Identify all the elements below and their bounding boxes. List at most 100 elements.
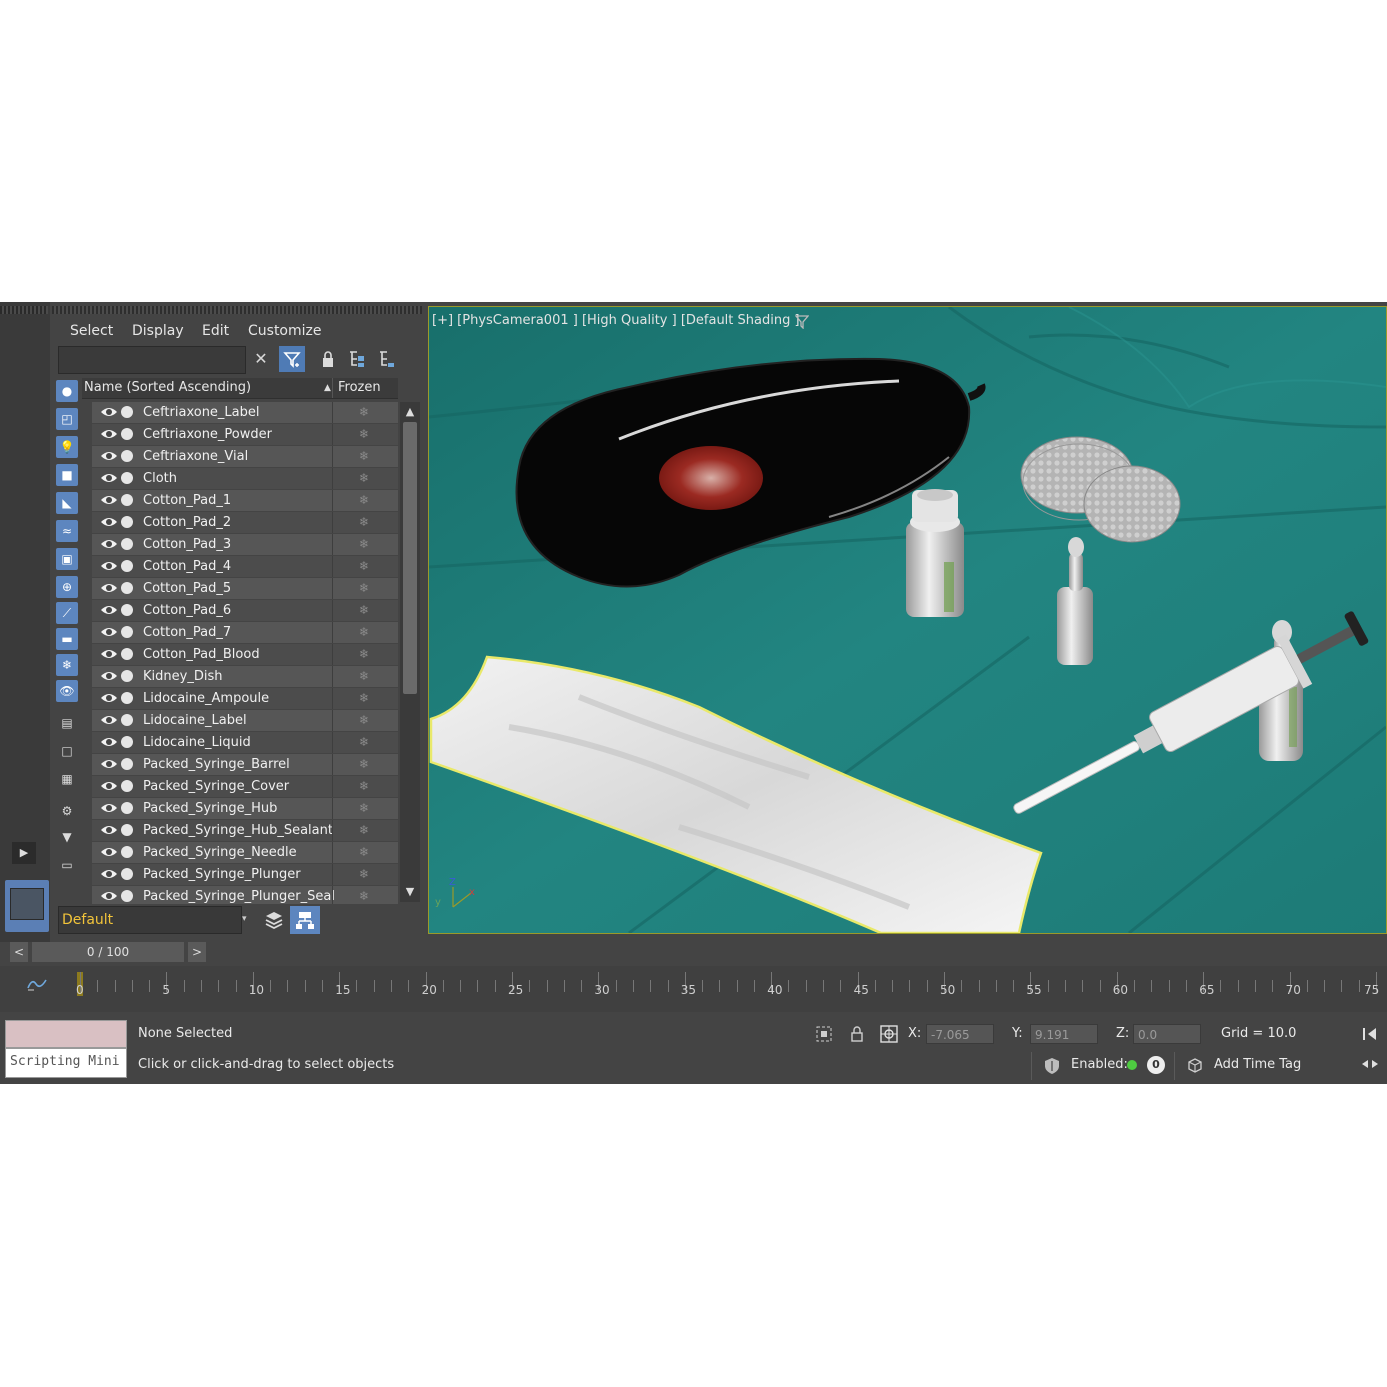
frozen-cell[interactable]: ❄	[332, 600, 397, 621]
object-row[interactable]: Cloth ❄	[82, 468, 398, 489]
add-time-tag-button[interactable]: Add Time Tag	[1214, 1057, 1301, 1072]
frozen-snowflake-icon[interactable]: ❄	[359, 622, 369, 643]
menu-display[interactable]: Display	[132, 320, 184, 342]
object-row[interactable]: Ceftriaxone_Powder ❄	[82, 424, 398, 445]
object-row[interactable]: Cotton_Pad_6 ❄	[82, 600, 398, 621]
object-row[interactable]: Packed_Syringe_Needle ❄	[82, 842, 398, 863]
visibility-eye-icon[interactable]	[100, 470, 118, 486]
frozen-snowflake-icon[interactable]: ❄	[359, 754, 369, 775]
object-row[interactable]: Cotton_Pad_3 ❄	[82, 534, 398, 555]
frozen-snowflake-icon[interactable]: ❄	[359, 886, 369, 904]
sort-by-layer-icon[interactable]	[260, 906, 288, 934]
frozen-snowflake-icon[interactable]: ❄	[359, 424, 369, 445]
frozen-cell[interactable]: ❄	[332, 688, 397, 709]
visibility-eye-icon[interactable]	[100, 448, 118, 464]
filter-icon[interactable]	[279, 346, 305, 372]
lights-filter-icon[interactable]: 💡	[56, 436, 78, 458]
frozen-cell[interactable]: ❄	[332, 798, 397, 819]
visibility-eye-icon[interactable]	[100, 514, 118, 530]
visibility-eye-icon[interactable]	[100, 492, 118, 508]
visibility-eye-icon[interactable]	[100, 778, 118, 794]
frozen-cell[interactable]: ❄	[332, 578, 397, 599]
expand-hierarchy-icon[interactable]	[344, 346, 370, 372]
frozen-snowflake-icon[interactable]: ❄	[359, 820, 369, 841]
frozen-cell[interactable]: ❄	[332, 886, 397, 904]
frozen-cell[interactable]: ❄	[332, 490, 397, 511]
object-row[interactable]: Ceftriaxone_Vial ❄	[82, 446, 398, 467]
object-row[interactable]: Cotton_Pad_1 ❄	[82, 490, 398, 511]
frozen-cell[interactable]: ❄	[332, 732, 397, 753]
playback-arrows-icon[interactable]	[1360, 1054, 1380, 1074]
lock-icon[interactable]	[315, 346, 341, 372]
time-slider-thumb[interactable]: 0 / 100	[32, 942, 184, 962]
visibility-eye-icon[interactable]	[100, 426, 118, 442]
y-coord-field[interactable]: 9.191	[1030, 1024, 1098, 1044]
frozen-cell[interactable]: ❄	[332, 842, 397, 863]
bones-filter-icon[interactable]: ⟋	[56, 602, 78, 624]
viewport-layout-tab[interactable]	[5, 880, 49, 932]
visibility-eye-icon[interactable]	[100, 844, 118, 860]
spacewarps-filter-icon[interactable]: ≈	[56, 520, 78, 542]
frozen-snowflake-icon[interactable]: ❄	[359, 534, 369, 555]
maxscript-mini-input[interactable]: Scripting Mini	[5, 1048, 127, 1078]
object-row[interactable]: Packed_Syringe_Hub_Sealant ❄	[82, 820, 398, 841]
frozen-cell[interactable]: ❄	[332, 710, 397, 731]
viewport-label-menu[interactable]: [+] [PhysCamera001 ] [High Quality ] [De…	[432, 313, 800, 328]
frozen-cell[interactable]: ❄	[332, 820, 397, 841]
visibility-eye-icon[interactable]	[100, 624, 118, 640]
visibility-eye-icon[interactable]	[100, 536, 118, 552]
next-frame-button[interactable]: >	[188, 942, 206, 962]
search-input[interactable]	[58, 346, 246, 374]
object-row[interactable]: Packed_Syringe_Barrel ❄	[82, 754, 398, 775]
object-row[interactable]: Cotton_Pad_5 ❄	[82, 578, 398, 599]
layer-dropdown[interactable]: Default	[58, 906, 242, 934]
frozen-cell[interactable]: ❄	[332, 446, 397, 467]
menu-customize[interactable]: Customize	[248, 320, 322, 342]
visibility-eye-icon[interactable]	[100, 404, 118, 420]
x-coord-field[interactable]: -7.065	[926, 1024, 994, 1044]
frozen-cell[interactable]: ❄	[332, 556, 397, 577]
menu-edit[interactable]: Edit	[202, 320, 229, 342]
xrefs-filter-icon[interactable]: ⊕	[56, 576, 78, 598]
track-bar[interactable]: 0 5 10 15 20 25 30 35 40 45 50 55 60 65 70 75	[0, 966, 1387, 1012]
select-none-icon[interactable]: □	[56, 740, 78, 762]
frozen-cell[interactable]: ❄	[332, 666, 397, 687]
visibility-eye-icon[interactable]	[100, 734, 118, 750]
visibility-eye-icon[interactable]	[100, 646, 118, 662]
clear-search-icon[interactable]: ✕	[248, 346, 274, 372]
column-header-name[interactable]: Name (Sorted Ascending)	[84, 378, 251, 398]
frozen-cell[interactable]: ❄	[332, 622, 397, 643]
object-row[interactable]: Lidocaine_Label ❄	[82, 710, 398, 731]
column-header-frozen[interactable]: Frozen	[338, 378, 381, 398]
frozen-snowflake-icon[interactable]: ❄	[359, 732, 369, 753]
chevron-down-icon[interactable]: ▾	[242, 906, 254, 932]
panel-grip[interactable]	[0, 306, 48, 314]
containers-filter-icon[interactable]: ▬	[56, 628, 78, 650]
frozen-snowflake-icon[interactable]: ❄	[359, 710, 369, 731]
object-row[interactable]: Ceftriaxone_Label ❄	[82, 402, 398, 423]
frozen-cell[interactable]: ❄	[332, 754, 397, 775]
prev-frame-button[interactable]: <	[10, 942, 28, 962]
frozen-snowflake-icon[interactable]: ❄	[359, 578, 369, 599]
menu-select[interactable]: Select	[70, 320, 113, 342]
visibility-eye-icon[interactable]	[100, 756, 118, 772]
frozen-snowflake-icon[interactable]: ❄	[359, 600, 369, 621]
frozen-snowflake-icon[interactable]: ❄	[359, 688, 369, 709]
object-row[interactable]: Lidocaine_Liquid ❄	[82, 732, 398, 753]
viewport-filter-icon[interactable]	[795, 315, 809, 329]
enabled-count-badge[interactable]: 0	[1147, 1056, 1165, 1074]
object-row[interactable]: Cotton_Pad_Blood ❄	[82, 644, 398, 665]
scroll-thumb[interactable]	[403, 422, 417, 694]
time-slider[interactable]: < 0 / 100 >	[10, 942, 206, 962]
select-all-icon[interactable]: ▤	[56, 712, 78, 734]
isolate-selection-icon[interactable]	[814, 1024, 834, 1044]
shapes-filter-icon[interactable]: ◰	[56, 408, 78, 430]
visibility-eye-icon[interactable]	[100, 558, 118, 574]
frozen-snowflake-icon[interactable]: ❄	[359, 556, 369, 577]
visibility-eye-icon[interactable]	[100, 822, 118, 838]
visibility-eye-icon[interactable]	[100, 602, 118, 618]
visibility-eye-icon[interactable]	[100, 580, 118, 596]
frozen-cell[interactable]: ❄	[332, 776, 397, 797]
object-row[interactable]: Packed_Syringe_Hub ❄	[82, 798, 398, 819]
camera-viewport[interactable]: Z x y [+] [PhysCamera001 ] [High Quality…	[428, 306, 1387, 934]
